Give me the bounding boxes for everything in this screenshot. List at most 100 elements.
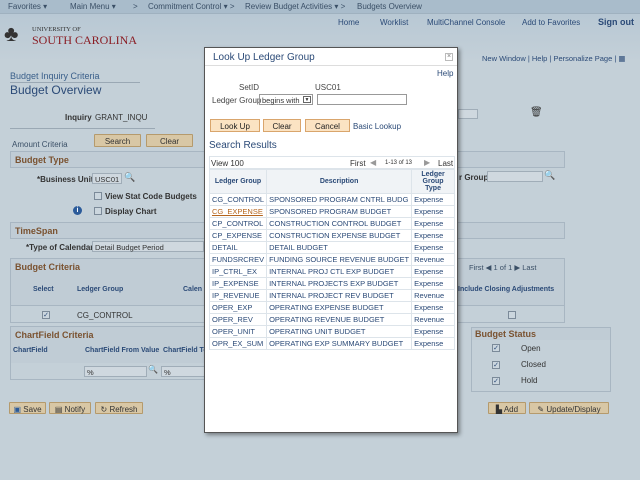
hold-checkbox[interactable]: ✓	[492, 377, 500, 385]
row-type[interactable]: Expense	[411, 277, 455, 290]
row-ledger-group[interactable]: IP_EXPENSE	[208, 277, 268, 290]
row-description[interactable]: CONSTRUCTION EXPENSE BUDGET	[266, 229, 413, 242]
row-type[interactable]: Expense	[411, 325, 455, 338]
display-chart-checkbox[interactable]	[94, 207, 102, 215]
nav-main-menu[interactable]: Main Menu ▾	[70, 2, 116, 11]
row-description[interactable]: DETAIL BUDGET	[266, 241, 413, 254]
row-ledger-group[interactable]: CP_CONTROL	[208, 217, 268, 230]
update-display-button[interactable]: ✎ Update/Display	[529, 402, 609, 414]
closed-checkbox[interactable]: ✓	[492, 361, 500, 369]
table-row[interactable]: IP_REVENUE INTERNAL PROJECT REV BUDGET Rev…	[208, 289, 455, 302]
modal-clear-button[interactable]: Clear	[263, 119, 301, 132]
table-row[interactable]: OPER_UNIT OPERATING UNIT BUDGET Expense	[208, 325, 455, 338]
nav-favorites[interactable]: Favorites ▾	[8, 2, 47, 11]
ledger-group-search-input[interactable]	[317, 94, 407, 105]
business-unit-input[interactable]: USC01	[92, 173, 122, 184]
close-icon[interactable]: ×	[445, 53, 453, 61]
nav-commitment-control[interactable]: Commitment Control ▾ >	[148, 2, 235, 11]
view-stat-checkbox[interactable]	[94, 192, 102, 200]
pager-last[interactable]: Last	[522, 263, 536, 272]
search-icon[interactable]: 🔍	[544, 170, 555, 181]
row-type[interactable]: Expense	[411, 193, 455, 206]
results-last[interactable]: Last	[438, 159, 453, 168]
cf-from-input[interactable]: %	[84, 366, 147, 377]
row-ledger-group[interactable]: FUNDSRCREV	[208, 253, 268, 266]
clear-button[interactable]: Clear	[146, 134, 193, 147]
table-row[interactable]: DETAIL DETAIL BUDGET Expense	[208, 241, 455, 254]
next-icon[interactable]: ▶	[424, 158, 430, 167]
prev-icon[interactable]: ◀	[370, 158, 376, 167]
row-ledger-group[interactable]: OPER_EXP	[208, 301, 268, 314]
nav-review-budget[interactable]: Review Budget Activities ▾ >	[245, 2, 345, 11]
table-row[interactable]: IP_CTRL_EX INTERNAL PROJ CTL EXP BUDGET Ex…	[208, 265, 455, 278]
row-ledger-group[interactable]: IP_CTRL_EX	[208, 265, 268, 278]
row-description[interactable]: INTERNAL PROJ CTL EXP BUDGET	[266, 265, 413, 278]
search-icon[interactable]: 🔍	[124, 172, 135, 183]
modal-cancel-button[interactable]: Cancel	[305, 119, 350, 132]
row-type[interactable]: Revenue	[411, 313, 455, 326]
link-sign-out[interactable]: Sign out	[598, 17, 634, 27]
search-button[interactable]: Search	[94, 134, 141, 147]
row-description[interactable]: OPERATING REVENUE BUDGET	[266, 313, 413, 326]
link-new-window[interactable]: New Window	[482, 54, 526, 63]
row-type[interactable]: Expense	[411, 229, 455, 242]
row-ledger-group[interactable]: OPER_UNIT	[208, 325, 268, 338]
link-home[interactable]: Home	[338, 18, 359, 27]
pager-first[interactable]: First	[469, 263, 484, 272]
row-type[interactable]: Revenue	[411, 289, 455, 302]
operator-select[interactable]: begins with ▼	[259, 94, 313, 105]
link-help[interactable]: Help	[532, 54, 547, 63]
row-type[interactable]: Revenue	[411, 253, 455, 266]
link-personalize[interactable]: Personalize Page	[553, 54, 612, 63]
table-row[interactable]: CG_EXPENSE SPONSORED PROGRAM BUDGET Expens…	[208, 205, 455, 218]
table-row[interactable]: OPER_REV OPERATING REVENUE BUDGET Revenue	[208, 313, 455, 326]
link-add-favorites[interactable]: Add to Favorites	[522, 18, 580, 27]
view-100-link[interactable]: View 100	[211, 159, 244, 168]
row-ledger-group[interactable]: CG_CONTROL	[208, 193, 268, 206]
ledger-group-input[interactable]	[487, 171, 543, 182]
row-description[interactable]: CONSTRUCTION CONTROL BUDGET	[266, 217, 413, 230]
row-type[interactable]: Expense	[411, 205, 455, 218]
row-ledger-group[interactable]: CP_EXPENSE	[208, 229, 268, 242]
lookup-button[interactable]: Look Up	[210, 119, 260, 132]
row-description[interactable]: SPONSORED PROGRAM BUDGET	[266, 205, 413, 218]
results-first[interactable]: First	[350, 159, 366, 168]
table-row[interactable]: CP_EXPENSE CONSTRUCTION EXPENSE BUDGET Exp…	[208, 229, 455, 242]
link-worklist[interactable]: Worklist	[380, 18, 408, 27]
description-field[interactable]	[458, 109, 478, 119]
save-button[interactable]: ▣ Save	[9, 402, 46, 414]
info-icon[interactable]: i	[73, 206, 82, 215]
select-checkbox[interactable]: ✓	[42, 311, 50, 319]
table-row[interactable]: FUNDSRCREV FUNDING SOURCE REVENUE BUDGET R…	[208, 253, 455, 266]
cf-to-input[interactable]: %	[161, 366, 207, 377]
table-row[interactable]: IP_EXPENSE INTERNAL PROJECTS EXP BUDGET Ex…	[208, 277, 455, 290]
row-type[interactable]: Expense	[411, 241, 455, 254]
row-description[interactable]: OPERATING EXP SUMMARY BUDGET	[266, 337, 413, 350]
notify-button[interactable]: ▤ Notify	[49, 402, 91, 414]
table-row[interactable]: OPR_EX_SUM OPERATING EXP SUMMARY BUDGET Ex…	[208, 337, 455, 350]
open-checkbox[interactable]: ✓	[492, 344, 500, 352]
row-type[interactable]: Expense	[411, 265, 455, 278]
row-ledger-group[interactable]: OPER_REV	[208, 313, 268, 326]
row-type[interactable]: Expense	[411, 301, 455, 314]
row-description[interactable]: INTERNAL PROJECT REV BUDGET	[266, 289, 413, 302]
row-description[interactable]: OPERATING UNIT BUDGET	[266, 325, 413, 338]
row-ledger-group[interactable]: CG_EXPENSE	[208, 205, 268, 218]
modal-help-link[interactable]: Help	[437, 69, 453, 78]
calendar-select[interactable]: Detail Budget Period	[92, 241, 204, 252]
search-icon[interactable]: 🔍	[148, 365, 158, 374]
row-ledger-group[interactable]: OPR_EX_SUM	[208, 337, 268, 350]
add-button[interactable]: ▙ Add	[488, 402, 526, 414]
grid-icon[interactable]: ▦	[618, 54, 625, 63]
refresh-button[interactable]: ↻ Refresh	[95, 402, 143, 414]
table-row[interactable]: OPER_EXP OPERATING EXPENSE BUDGET Expense	[208, 301, 455, 314]
row-ledger-group[interactable]: DETAIL	[208, 241, 268, 254]
trash-icon[interactable]: 🗑	[530, 107, 543, 118]
row-ledger-group[interactable]: IP_REVENUE	[208, 289, 268, 302]
row-description[interactable]: INTERNAL PROJECTS EXP BUDGET	[266, 277, 413, 290]
table-row[interactable]: CP_CONTROL CONSTRUCTION CONTROL BUDGET Exp…	[208, 217, 455, 230]
table-row[interactable]: CG_CONTROL SPONSORED PROGRAM CNTRL BUDG Ex…	[208, 193, 455, 206]
row-type[interactable]: Expense	[411, 217, 455, 230]
basic-lookup-link[interactable]: Basic Lookup	[353, 122, 401, 131]
closing-checkbox[interactable]	[508, 311, 516, 319]
